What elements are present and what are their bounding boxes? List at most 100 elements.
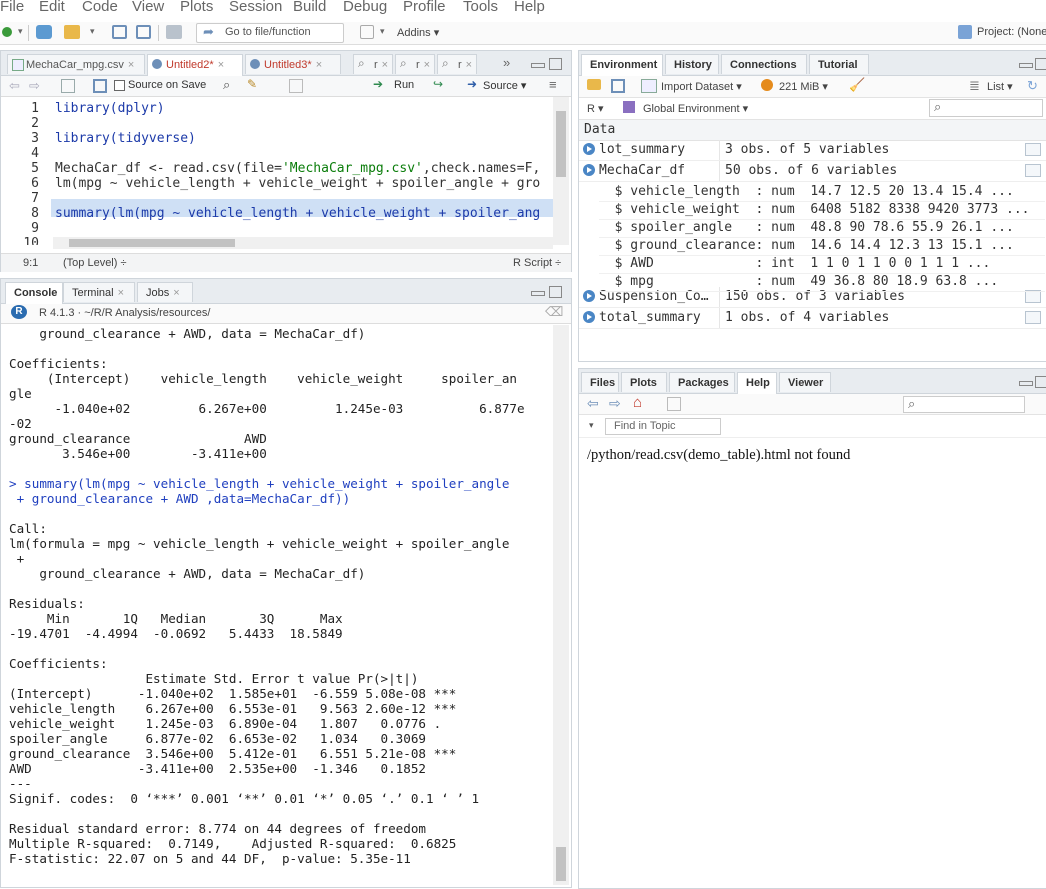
collapse-icon[interactable]	[583, 164, 595, 176]
menu-build[interactable]: Build	[293, 0, 326, 15]
view-mode-selector[interactable]: List ▾	[987, 80, 1013, 93]
maximize-icon[interactable]	[1035, 376, 1046, 388]
env-tab-tutorial[interactable]: Tutorial	[809, 54, 869, 74]
close-icon[interactable]: ×	[218, 59, 224, 71]
source-button[interactable]: Source ▾	[483, 79, 526, 92]
load-workspace-icon[interactable]	[587, 79, 601, 90]
environment-search-input[interactable]: ⌕	[929, 99, 1043, 117]
go-to-file-input[interactable]: ➦ Go to file/function	[196, 23, 344, 43]
console-tab-terminal[interactable]: Terminal ×	[63, 282, 135, 302]
editor-tab[interactable]: ⌕ r ×	[437, 54, 477, 74]
menu-file[interactable]: File	[0, 0, 24, 15]
working-directory[interactable]: R 4.1.3 · ~/R/R Analysis/resources/	[39, 307, 210, 319]
print-icon[interactable]	[166, 25, 182, 39]
save-workspace-icon[interactable]	[611, 79, 625, 93]
view-data-icon[interactable]	[1025, 143, 1041, 156]
dropdown-arrow-icon[interactable]: ▾	[18, 26, 26, 40]
close-icon[interactable]: ×	[118, 287, 124, 299]
open-file-icon[interactable]	[64, 25, 80, 39]
grid-layout-icon[interactable]	[360, 25, 374, 39]
forward-arrow-icon[interactable]: ⇨	[609, 395, 621, 412]
maximize-icon[interactable]	[549, 58, 562, 70]
minimize-icon[interactable]	[1019, 63, 1033, 68]
help-search-input[interactable]: ⌕	[903, 396, 1025, 413]
menu-profile[interactable]: Profile	[403, 0, 446, 15]
close-icon[interactable]: ×	[382, 59, 388, 71]
clear-console-icon[interactable]: ⌫	[545, 304, 563, 320]
menu-help[interactable]: Help	[514, 0, 545, 15]
view-data-icon[interactable]	[1025, 311, 1041, 324]
editor-horizontal-scrollbar[interactable]	[53, 237, 553, 249]
console-output[interactable]: ground_clearance + AWD, data = MechaCar_…	[1, 325, 553, 885]
expand-icon[interactable]	[583, 311, 595, 323]
code-line[interactable]: library(tidyverse)	[55, 131, 196, 146]
close-icon[interactable]: ×	[424, 59, 430, 71]
env-tab-environment[interactable]: Environment	[581, 54, 663, 76]
help-tab-plots[interactable]: Plots	[621, 372, 667, 392]
maximize-icon[interactable]	[1035, 58, 1046, 70]
close-icon[interactable]: ×	[173, 287, 179, 299]
env-tab-history[interactable]: History	[665, 54, 719, 74]
env-tab-connections[interactable]: Connections	[721, 54, 807, 74]
menu-plots[interactable]: Plots	[180, 0, 213, 15]
minimize-icon[interactable]	[531, 63, 545, 68]
save-all-icon[interactable]	[136, 25, 151, 39]
code-line[interactable]: lm(mpg ~ vehicle_length + vehicle_weight…	[55, 176, 540, 191]
help-tab-packages[interactable]: Packages	[669, 372, 735, 392]
console-tab-jobs[interactable]: Jobs ×	[137, 282, 193, 302]
editor-vertical-scrollbar[interactable]	[553, 97, 569, 245]
clear-workspace-icon[interactable]: 🧹	[849, 77, 865, 93]
dropdown-arrow-icon[interactable]: ▾	[380, 26, 388, 40]
back-icon[interactable]: ⇦	[9, 78, 20, 94]
new-file-icon[interactable]	[2, 27, 12, 37]
file-type-selector[interactable]: R Script ÷	[513, 257, 561, 269]
back-arrow-icon[interactable]: ⇦	[587, 395, 599, 412]
code-line[interactable]: MechaCar_df <- read.csv(file='MechaCar_m…	[55, 161, 540, 176]
addins-menu[interactable]: Addins ▾	[397, 26, 439, 39]
run-button[interactable]: Run	[394, 79, 414, 91]
save-icon[interactable]	[112, 25, 127, 39]
new-project-icon[interactable]	[36, 25, 52, 39]
editor-tab[interactable]: MechaCar_mpg.csv ×	[7, 54, 145, 74]
show-in-window-icon[interactable]	[667, 397, 681, 411]
expand-icon[interactable]	[583, 290, 595, 302]
scope-selector[interactable]: (Top Level) ÷	[63, 257, 127, 269]
menu-debug[interactable]: Debug	[343, 0, 387, 15]
save-icon[interactable]	[93, 79, 107, 93]
menu-view[interactable]: View	[132, 0, 164, 15]
console-tab-console[interactable]: Console	[5, 282, 63, 304]
compile-report-icon[interactable]	[289, 79, 303, 93]
help-tab-viewer[interactable]: Viewer	[779, 372, 831, 392]
search-icon[interactable]: ⌕	[223, 77, 230, 93]
menu-code[interactable]: Code	[82, 0, 118, 15]
outline-icon[interactable]: ≡	[549, 77, 557, 92]
dropdown-arrow-icon[interactable]: ▾	[90, 26, 98, 40]
project-menu[interactable]: Project: (None)	[977, 26, 1046, 38]
show-in-window-icon[interactable]	[61, 79, 75, 93]
menu-session[interactable]: Session	[229, 0, 282, 15]
editor-tab[interactable]: ⌕ r ×	[395, 54, 435, 74]
chevron-down-icon[interactable]: ▾	[589, 420, 594, 431]
minimize-icon[interactable]	[531, 291, 545, 296]
scope-dropdown[interactable]: Global Environment ▾	[643, 102, 748, 115]
source-on-save-checkbox[interactable]	[114, 80, 125, 91]
editor-tab[interactable]: Untitled2* ×	[147, 54, 243, 76]
editor-tab[interactable]: ⌕ r ×	[353, 54, 393, 74]
env-row-4[interactable]: total_summary 1 obs. of 4 variables	[579, 308, 1046, 329]
code-line[interactable]: summary(lm(mpg ~ vehicle_length + vehicl…	[55, 206, 540, 221]
forward-icon[interactable]: ⇨	[29, 78, 40, 94]
close-icon[interactable]: ×	[316, 59, 322, 71]
language-selector[interactable]: R ▾	[587, 102, 604, 115]
rerun-icon[interactable]: ↪	[433, 77, 443, 91]
menu-edit[interactable]: Edit	[39, 0, 65, 15]
memory-usage-button[interactable]: 221 MiB ▾	[779, 80, 828, 93]
help-tab-help[interactable]: Help	[737, 372, 777, 394]
editor-tab[interactable]: Untitled3* ×	[245, 54, 341, 74]
console-vertical-scrollbar[interactable]	[553, 325, 569, 885]
menu-tools[interactable]: Tools	[463, 0, 498, 15]
env-row-2[interactable]: MechaCar_df 50 obs. of 6 variables	[579, 161, 1046, 182]
magic-wand-icon[interactable]: ✎	[247, 77, 257, 91]
env-row-1[interactable]: lot_summary 3 obs. of 5 variables	[579, 140, 1046, 161]
find-in-topic-input[interactable]: Find in Topic	[605, 418, 721, 435]
code-area[interactable]: 1 library(dplyr) 2 3 library(tidyverse) 4 5 Mec…	[1, 97, 553, 245]
